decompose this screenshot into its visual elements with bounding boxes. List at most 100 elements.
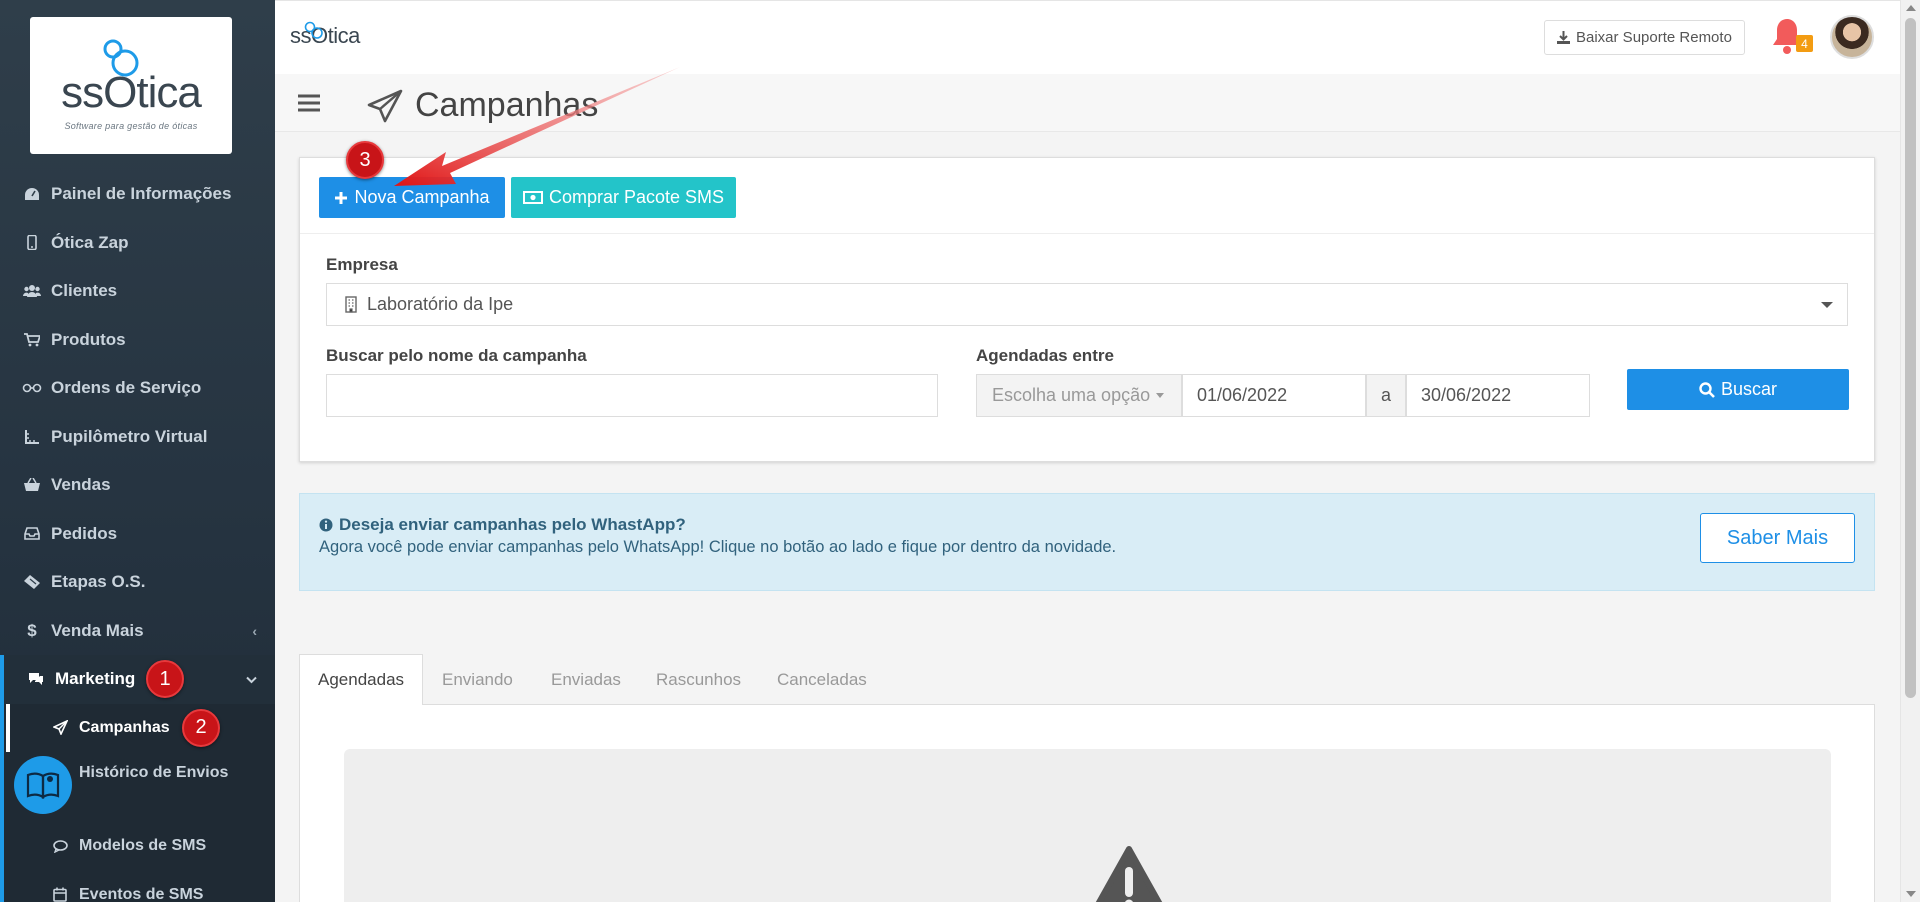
warning-icon	[1095, 846, 1163, 902]
new-campaign-label: Nova Campanha	[354, 187, 490, 207]
page-header: Campanhas	[275, 74, 1900, 132]
ticket-icon	[22, 575, 42, 590]
remote-support-button[interactable]: Baixar Suporte Remoto	[1544, 20, 1745, 55]
user-avatar[interactable]	[1830, 15, 1874, 59]
period-select[interactable]: Escolha uma opção	[976, 374, 1182, 417]
logo-tagline: Software para gestão de óticas	[64, 120, 198, 131]
page-title-wrap: Campanhas	[367, 86, 598, 125]
new-campaign-button[interactable]: Nova Campanha	[319, 177, 505, 218]
search-button[interactable]: Buscar	[1627, 369, 1849, 410]
sidebar-item-label: Painel de Informações	[51, 184, 232, 204]
search-campaign-input[interactable]	[326, 374, 938, 417]
comment-icon	[50, 839, 70, 853]
sidebar-item-label: Ótica Zap	[51, 232, 129, 252]
page-scrollbar[interactable]	[1900, 0, 1920, 902]
chevron-left-icon: ‹	[252, 622, 257, 639]
ruler-icon	[22, 429, 42, 445]
money-icon	[522, 191, 543, 204]
sidebar-item-ordens[interactable]: Ordens de Serviço	[0, 364, 275, 413]
download-icon	[1557, 31, 1570, 44]
menu-toggle-button[interactable]	[298, 94, 320, 117]
sidebar-item-label: Eventos de SMS	[79, 885, 204, 902]
sidebar-item-clientes[interactable]: Clientes	[0, 267, 275, 316]
caret-down-icon	[1156, 393, 1165, 398]
glasses-icon	[22, 383, 42, 393]
dashboard-icon	[22, 187, 42, 201]
search-button-label: Buscar	[1720, 379, 1778, 399]
card-header: Nova Campanha Comprar Pacote SMS 3	[300, 141, 1874, 234]
info-text: Agora você pode enviar campanhas pelo Wh…	[319, 538, 1117, 556]
sidebar-item-pedidos[interactable]: Pedidos	[0, 510, 275, 559]
scroll-thumb[interactable]	[1905, 18, 1916, 698]
sidebar-item-label: Pedidos	[51, 523, 118, 543]
empty-state	[344, 749, 1831, 902]
annotation-marker-2: 2	[182, 708, 220, 747]
top-bar: ssOtica Baixar Suporte Remoto 4	[275, 0, 1900, 74]
sidebar-item-label: Venda Mais	[51, 620, 144, 640]
plus-icon	[335, 191, 348, 204]
tab-canceladas[interactable]: Canceladas	[777, 654, 867, 705]
sidebar-item-label: Ordens de Serviço	[51, 378, 202, 398]
scroll-up-arrow-icon[interactable]	[1906, 5, 1916, 11]
chevron-down-icon	[246, 671, 257, 687]
cart-icon	[22, 332, 42, 347]
hamburger-icon	[298, 94, 320, 112]
users-icon	[22, 284, 42, 298]
whatsapp-info-alert: Deseja enviar campanhas pelo WhastApp? A…	[299, 493, 1875, 591]
sidebar-item-otica-zap[interactable]: Ótica Zap	[0, 219, 275, 268]
search-icon	[1699, 381, 1715, 398]
annotation-marker-3: 3	[346, 141, 384, 179]
sidebar: ssOtica Software para gestão de óticas P…	[0, 0, 275, 902]
sidebar-item-eventos-sms[interactable]: Eventos de SMS	[4, 871, 275, 902]
page-title: Campanhas	[415, 86, 599, 124]
sidebar-item-label: Modelos de SMS	[79, 837, 207, 855]
sidebar-item-painel[interactable]: Painel de Informações	[0, 170, 275, 219]
sidebar-item-marketing[interactable]: Marketing 1	[0, 655, 275, 704]
sidebar-item-pupilometro[interactable]: Pupilômetro Virtual	[0, 413, 275, 462]
sidebar-item-venda-mais[interactable]: $ Venda Mais ‹	[0, 607, 275, 656]
book-icon	[26, 772, 60, 799]
empresa-value: Laboratório da Ipe	[367, 294, 514, 314]
sidebar-logo[interactable]: ssOtica Software para gestão de óticas	[30, 17, 232, 154]
sidebar-item-produtos[interactable]: Produtos	[0, 316, 275, 365]
empresa-label: Empresa	[326, 255, 398, 274]
sidebar-item-label: Clientes	[51, 281, 118, 301]
dollar-icon: $	[27, 620, 37, 640]
date-to-input[interactable]: 30/06/2022	[1406, 374, 1590, 417]
empresa-select[interactable]: Laboratório da Ipe	[326, 283, 1848, 326]
date-from-input[interactable]: 01/06/2022	[1182, 374, 1366, 417]
sidebar-item-label: Etapas O.S.	[51, 572, 146, 592]
mobile-icon	[22, 235, 42, 251]
date-separator: a	[1366, 374, 1406, 417]
building-icon	[345, 296, 357, 313]
tab-enviando[interactable]: Enviando	[442, 654, 513, 705]
calendar-icon	[50, 887, 70, 902]
learn-more-button[interactable]: Saber Mais	[1700, 513, 1855, 563]
sidebar-item-etapas[interactable]: Etapas O.S.	[0, 558, 275, 607]
help-manual-button[interactable]	[14, 756, 72, 814]
sidebar-item-campanhas[interactable]: Campanhas 2	[4, 703, 275, 753]
scroll-down-arrow-icon[interactable]	[1906, 891, 1916, 897]
filter-card: Nova Campanha Comprar Pacote SMS 3 Empre…	[299, 141, 1875, 462]
info-title: Deseja enviar campanhas pelo WhastApp?	[319, 515, 686, 535]
tab-rascunhos[interactable]: Rascunhos	[656, 654, 741, 705]
tab-agendadas[interactable]: Agendadas	[299, 654, 424, 706]
period-select-value: Escolha uma opção	[992, 385, 1151, 405]
paper-plane-icon	[50, 720, 70, 736]
sidebar-item-label: Vendas	[51, 475, 111, 495]
sidebar-item-label: Histórico de Envios	[79, 764, 229, 781]
top-logo-rings-icon	[304, 21, 323, 39]
tab-panel	[299, 705, 1875, 902]
sidebar-item-vendas[interactable]: Vendas	[0, 461, 275, 510]
buy-sms-package-button[interactable]: Comprar Pacote SMS	[511, 177, 736, 218]
tab-enviadas[interactable]: Enviadas	[551, 654, 621, 705]
sidebar-item-label: Campanhas	[79, 718, 170, 736]
basket-icon	[22, 478, 42, 492]
paper-plane-icon	[367, 89, 403, 122]
inbox-icon	[22, 527, 42, 541]
search-campaign-label: Buscar pelo nome da campanha	[326, 346, 587, 365]
annotation-marker-1: 1	[146, 660, 184, 698]
sidebar-item-modelos-sms[interactable]: Modelos de SMS	[4, 822, 275, 871]
sidebar-item-label: Pupilômetro Virtual	[51, 426, 208, 446]
sidebar-item-label: Marketing	[55, 669, 136, 689]
